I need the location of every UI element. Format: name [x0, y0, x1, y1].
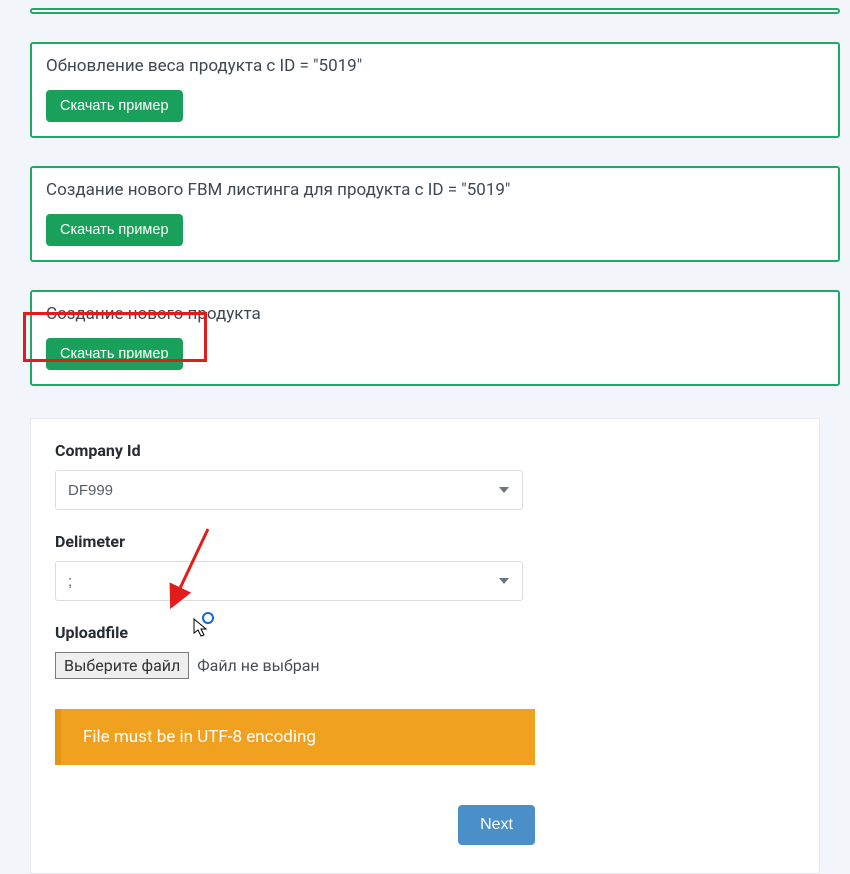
- download-example-button[interactable]: Скачать пример: [46, 90, 183, 122]
- delimiter-select[interactable]: ;: [55, 561, 523, 601]
- upload-label: Uploadfile: [55, 623, 795, 642]
- next-button[interactable]: Next: [458, 805, 535, 845]
- panel-create-product: Создание нового продукта Скачать пример: [30, 290, 840, 386]
- delimiter-label: Delimeter: [55, 532, 795, 551]
- company-id-label: Company Id: [55, 441, 795, 460]
- panel-sliver-top: [30, 8, 840, 14]
- choose-file-button[interactable]: Выберите файл: [55, 652, 189, 679]
- file-status-text: Файл не выбран: [197, 656, 319, 675]
- company-id-select[interactable]: DF999: [55, 470, 523, 510]
- panel-create-fbm-listing: Создание нового FBM листинга для продукт…: [30, 166, 840, 262]
- panel-update-weight: Обновление веса продукта с ID = "5019" С…: [30, 42, 840, 138]
- upload-group: Uploadfile Выберите файл Файл не выбран: [55, 623, 795, 679]
- company-id-group: Company Id DF999: [55, 441, 795, 510]
- encoding-alert: File must be in UTF-8 encoding: [55, 709, 535, 765]
- panel-title: Создание нового продукта: [46, 304, 824, 324]
- download-example-button[interactable]: Скачать пример: [46, 214, 183, 246]
- panel-title: Обновление веса продукта с ID = "5019": [46, 56, 824, 76]
- panel-title: Создание нового FBM листинга для продукт…: [46, 180, 824, 200]
- download-example-button[interactable]: Скачать пример: [46, 338, 183, 370]
- upload-form: Company Id DF999 Delimeter ; Uploadfile …: [30, 418, 820, 874]
- delimiter-group: Delimeter ;: [55, 532, 795, 601]
